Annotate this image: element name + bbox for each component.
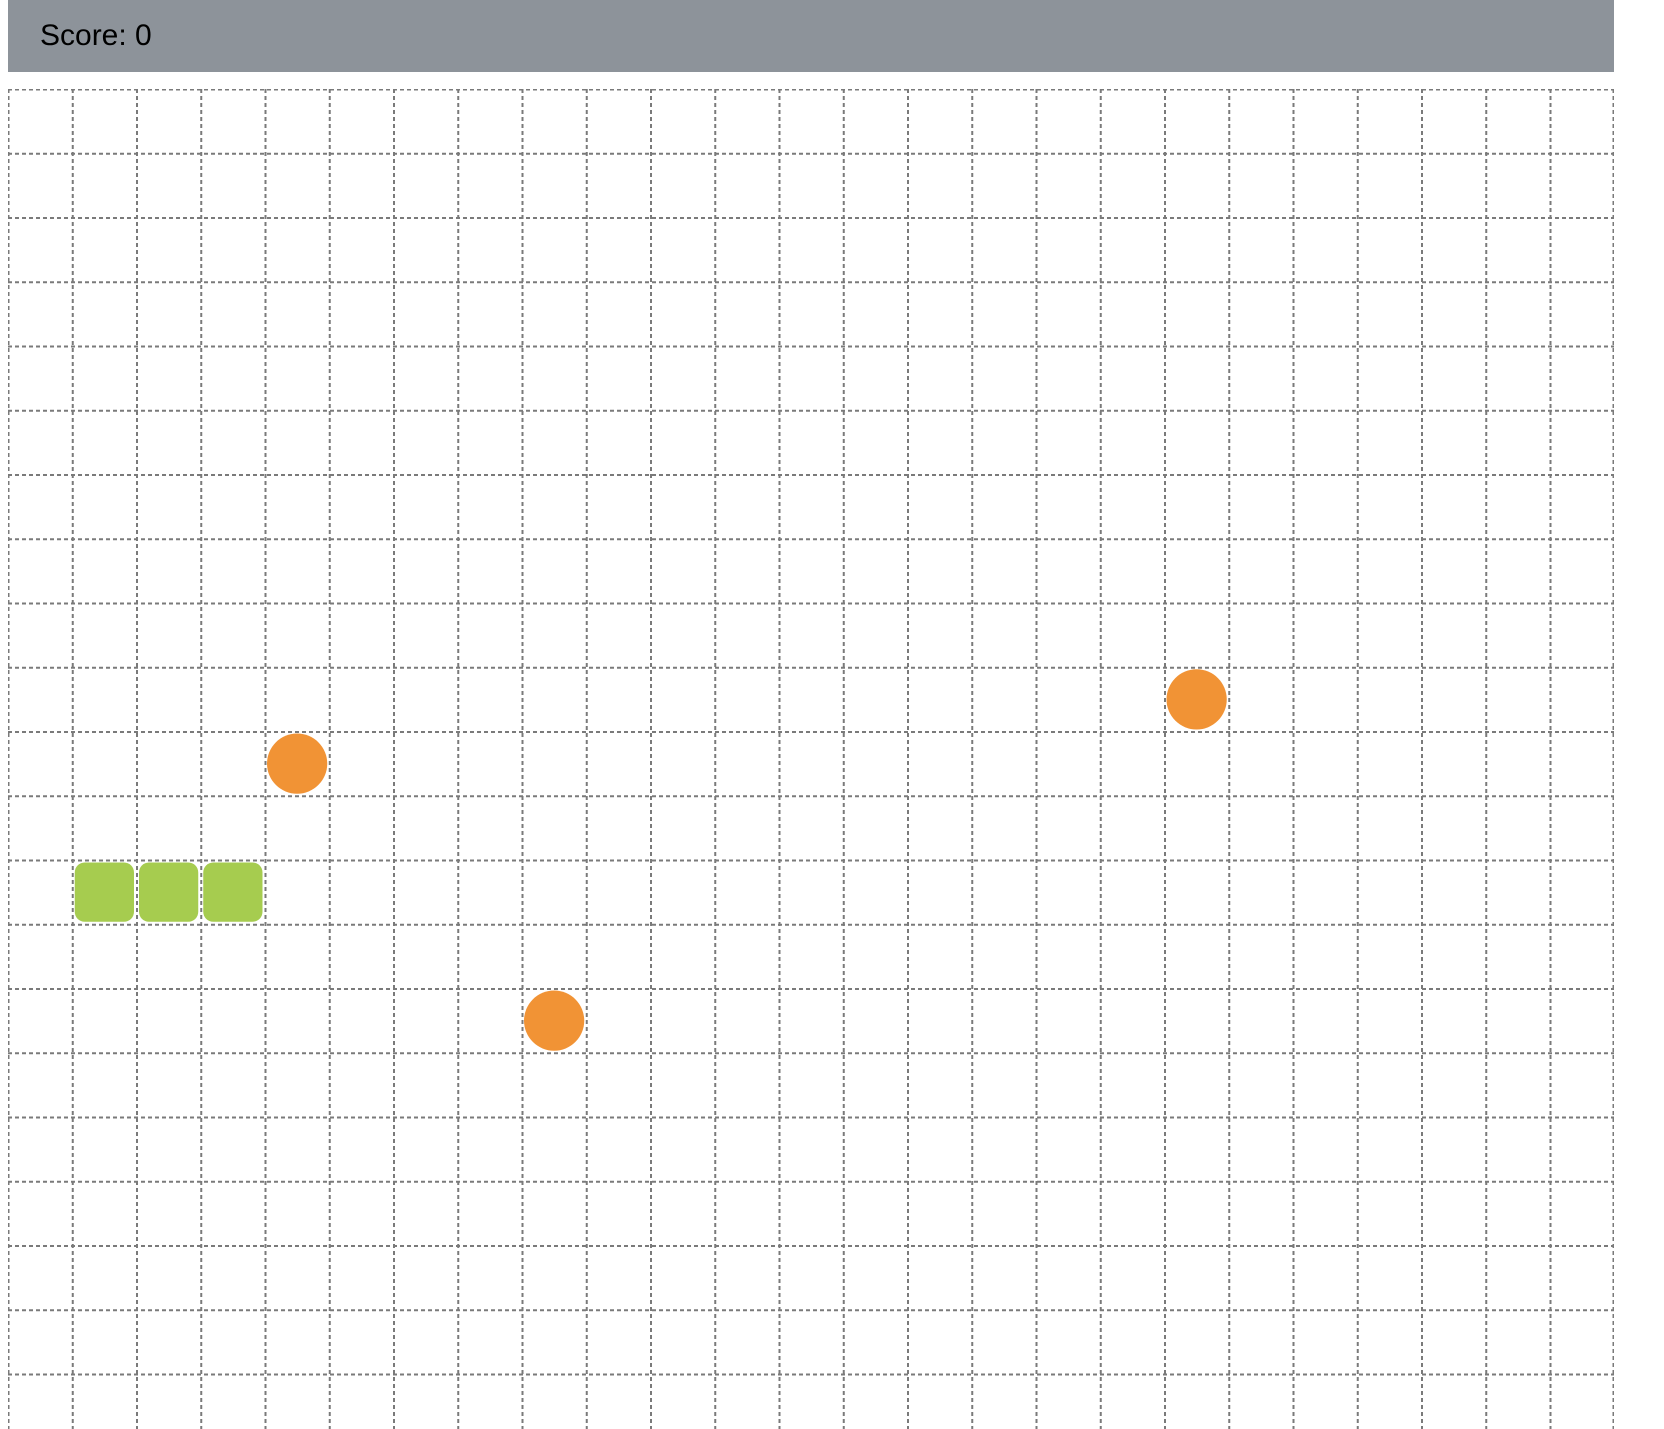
grid-lines [8, 89, 1614, 1429]
food-item [1166, 669, 1227, 730]
snake-head [203, 862, 263, 922]
snake-segment [139, 862, 199, 922]
score-label: Score: 0 [40, 19, 152, 52]
food-item [267, 733, 328, 794]
snake-segment [74, 862, 134, 922]
game-board-canvas [8, 89, 1614, 1429]
food-item [524, 990, 585, 1051]
snake [74, 862, 263, 922]
score-bar: Score: 0 [8, 0, 1614, 72]
game-board[interactable] [8, 89, 1614, 1429]
